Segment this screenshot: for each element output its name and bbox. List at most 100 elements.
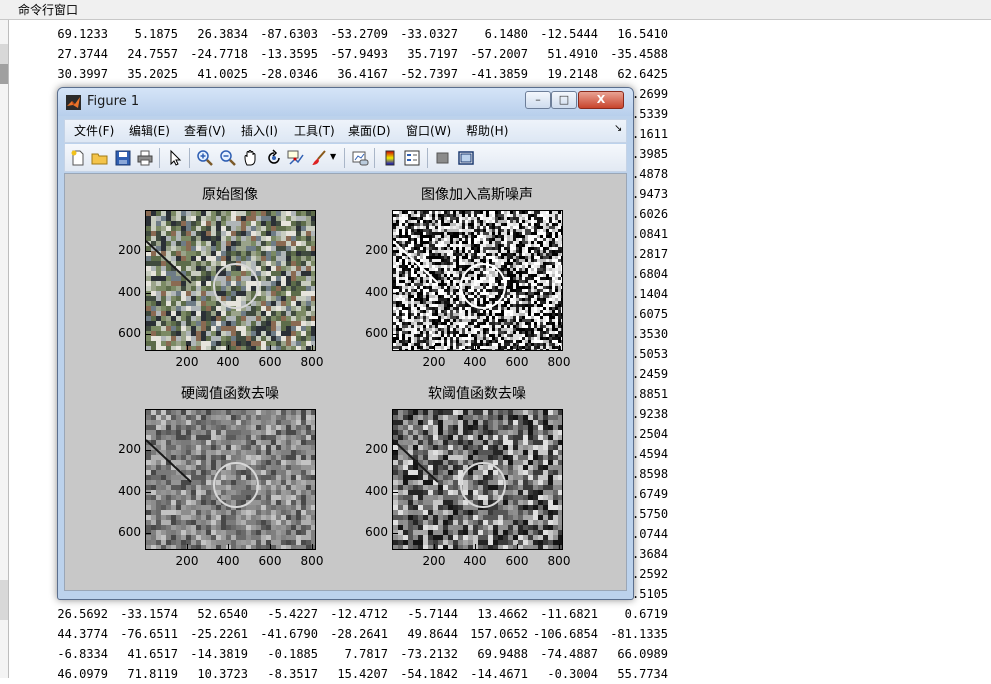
open-icon[interactable] xyxy=(91,149,109,167)
output-value-partial: .2459 xyxy=(632,364,668,384)
output-value: 6.1480 xyxy=(448,24,528,44)
menu-view[interactable]: 查看(V) xyxy=(184,120,226,142)
output-value: 26.5692 xyxy=(28,604,108,624)
y-tick-label: 600 xyxy=(111,525,141,539)
output-value-partial: .6075 xyxy=(632,304,668,324)
figure-toolbar: ▼ xyxy=(64,144,627,172)
subplot-image-axes[interactable] xyxy=(145,210,316,351)
zoom-out-icon[interactable] xyxy=(219,149,237,167)
output-value: -53.2709 xyxy=(308,24,388,44)
output-value: -33.0327 xyxy=(378,24,458,44)
output-row: -6.833441.6517-14.3819-0.18857.7817-73.2… xyxy=(0,644,991,664)
x-tick-label: 800 xyxy=(544,355,574,369)
x-tick-mark xyxy=(228,345,229,350)
output-value-partial: .3985 xyxy=(632,144,668,164)
output-value: 10.3723 xyxy=(168,664,248,684)
subplot-image-axes[interactable] xyxy=(392,210,563,351)
x-tick-label: 400 xyxy=(213,554,243,568)
y-tick-mark xyxy=(146,251,151,252)
menu-dock-arrow[interactable]: ↘ xyxy=(614,123,622,134)
output-value: -41.6790 xyxy=(238,624,318,644)
menu-help[interactable]: 帮助(H) xyxy=(466,120,508,142)
output-value: -57.9493 xyxy=(308,44,388,64)
pan-hand-icon[interactable] xyxy=(242,149,260,167)
output-value: -5.4227 xyxy=(238,604,318,624)
output-value: 24.7557 xyxy=(98,44,178,64)
legend-icon[interactable] xyxy=(403,149,421,167)
y-tick-mark xyxy=(146,293,151,294)
data-cursor-icon[interactable] xyxy=(287,149,305,167)
x-tick-mark xyxy=(434,345,435,350)
x-tick-mark xyxy=(270,544,271,549)
y-tick-label: 200 xyxy=(111,243,141,257)
menu-file[interactable]: 文件(F) xyxy=(74,120,114,142)
maximize-button[interactable]: □ xyxy=(551,91,577,109)
output-value-partial: .8598 xyxy=(632,464,668,484)
output-value: 13.4662 xyxy=(448,604,528,624)
link-plot-icon[interactable] xyxy=(351,149,369,167)
x-tick-label: 600 xyxy=(502,554,532,568)
show-plot-tools-icon[interactable] xyxy=(457,149,475,167)
menu-desktop[interactable]: 桌面(D) xyxy=(348,120,391,142)
figure-window[interactable]: Figure 1 – □ X 文件(F) 编辑(E) 查看(V) 插入(I) 工… xyxy=(57,87,634,600)
y-tick-mark xyxy=(393,251,398,252)
output-row: 46.097971.811910.3723-8.351715.4207-54.1… xyxy=(0,664,991,684)
minimize-button[interactable]: – xyxy=(525,91,551,109)
output-value: 35.2025 xyxy=(98,64,178,84)
aerial-image xyxy=(146,211,315,350)
y-tick-mark xyxy=(146,492,151,493)
output-value: -33.1574 xyxy=(98,604,178,624)
colorbar-icon[interactable] xyxy=(381,149,399,167)
x-tick-label: 800 xyxy=(297,355,327,369)
menu-edit[interactable]: 编辑(E) xyxy=(129,120,170,142)
hide-plot-tools-icon[interactable] xyxy=(434,149,452,167)
zoom-in-icon[interactable] xyxy=(196,149,214,167)
rotate-3d-icon[interactable] xyxy=(265,149,283,167)
x-tick-label: 200 xyxy=(419,355,449,369)
x-tick-label: 200 xyxy=(172,355,202,369)
output-value: -76.6511 xyxy=(98,624,178,644)
print-icon[interactable] xyxy=(136,149,154,167)
menu-insert[interactable]: 插入(I) xyxy=(241,120,278,142)
menu-window[interactable]: 窗口(W) xyxy=(406,120,451,142)
brush-icon[interactable] xyxy=(310,149,328,167)
output-value: 69.1233 xyxy=(28,24,108,44)
output-value: 30.3997 xyxy=(28,64,108,84)
output-value: -0.1885 xyxy=(238,644,318,664)
toolbar-separator xyxy=(427,148,428,168)
output-value: 7.7817 xyxy=(308,644,388,664)
y-tick-label: 600 xyxy=(358,326,388,340)
close-button[interactable]: X xyxy=(578,91,624,109)
output-value: -25.2261 xyxy=(168,624,248,644)
y-tick-mark xyxy=(393,450,398,451)
new-figure-icon[interactable] xyxy=(69,149,87,167)
x-tick-label: 400 xyxy=(460,554,490,568)
output-value: -24.7718 xyxy=(168,44,248,64)
output-value: 16.5410 xyxy=(588,24,668,44)
output-value: -57.2007 xyxy=(448,44,528,64)
y-tick-label: 200 xyxy=(111,442,141,456)
figure-titlebar[interactable]: Figure 1 – □ X xyxy=(58,88,633,116)
output-value-partial: .2504 xyxy=(632,424,668,444)
output-value: -8.3517 xyxy=(238,664,318,684)
output-value-partial: .9238 xyxy=(632,404,668,424)
output-value: 46.0979 xyxy=(28,664,108,684)
output-value: -87.6303 xyxy=(238,24,318,44)
subplot-image-axes[interactable] xyxy=(145,409,316,550)
dropdown-arrow-icon[interactable]: ▼ xyxy=(330,152,338,160)
output-value: -11.6821 xyxy=(518,604,598,624)
output-value-partial: .6026 xyxy=(632,204,668,224)
output-value-partial: .3530 xyxy=(632,324,668,344)
toolbar-separator xyxy=(344,148,345,168)
x-tick-mark xyxy=(475,544,476,549)
y-tick-label: 400 xyxy=(111,484,141,498)
menu-tools[interactable]: 工具(T) xyxy=(294,120,335,142)
x-tick-mark xyxy=(517,544,518,549)
subplot-image-axes[interactable] xyxy=(392,409,563,550)
x-tick-label: 400 xyxy=(460,355,490,369)
save-icon[interactable] xyxy=(114,149,132,167)
pointer-icon[interactable] xyxy=(166,149,184,167)
command-window-title: 命令行窗口 xyxy=(0,0,991,20)
y-tick-mark xyxy=(146,450,151,451)
left-panel-strip xyxy=(0,20,9,678)
